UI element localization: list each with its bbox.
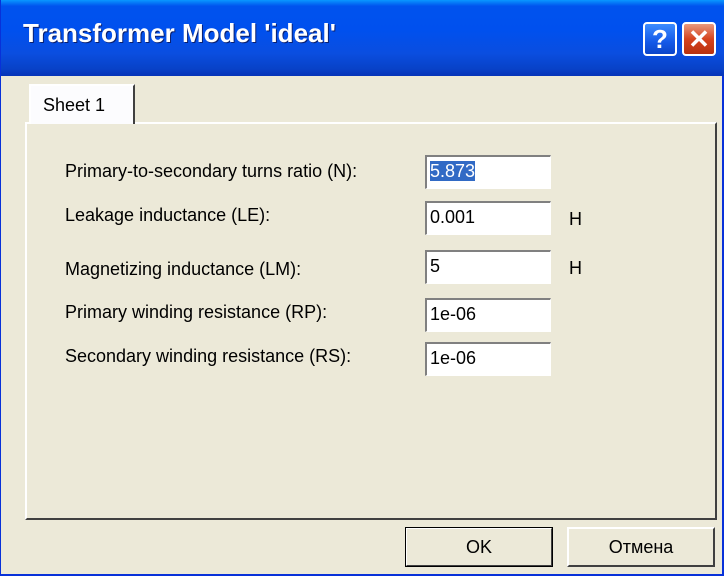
cancel-button[interactable]: Отмена [567,527,715,567]
dialog-window: Transformer Model 'ideal' ? ✕ Sheet 1 Pr… [0,0,724,576]
close-button[interactable]: ✕ [682,22,716,56]
ok-button[interactable]: OK [405,527,553,567]
primary-resistance-input[interactable]: 1e-06 [425,298,551,332]
turns-ratio-value: 5.873 [430,161,476,181]
title-bar[interactable]: Transformer Model 'ideal' ? ✕ [1,0,724,76]
primary-resistance-label: Primary winding resistance (RP): [65,302,328,322]
leakage-inductance-input[interactable]: 0.001 [425,201,551,235]
secondary-resistance-label: Secondary winding resistance (RS): [65,346,352,366]
magnetizing-inductance-label: Magnetizing inductance (LM): [65,259,302,279]
tab-label: Sheet 1 [43,95,106,115]
question-icon: ? [652,24,668,54]
close-icon: ✕ [688,24,710,54]
leakage-inductance-label: Leakage inductance (LE): [65,205,271,225]
tab-sheet-1[interactable]: Sheet 1 [29,84,135,124]
leakage-inductance-unit: H [569,209,582,229]
magnetizing-inductance-input[interactable]: 5 [425,250,551,284]
window-title: Transformer Model 'ideal' [23,18,336,48]
help-button[interactable]: ? [643,22,677,56]
secondary-resistance-input[interactable]: 1e-06 [425,342,551,376]
magnetizing-inductance-unit: H [569,258,582,278]
turns-ratio-input[interactable]: 5.873 [425,155,551,189]
turns-ratio-label: Primary-to-secondary turns ratio (N): [65,161,358,181]
